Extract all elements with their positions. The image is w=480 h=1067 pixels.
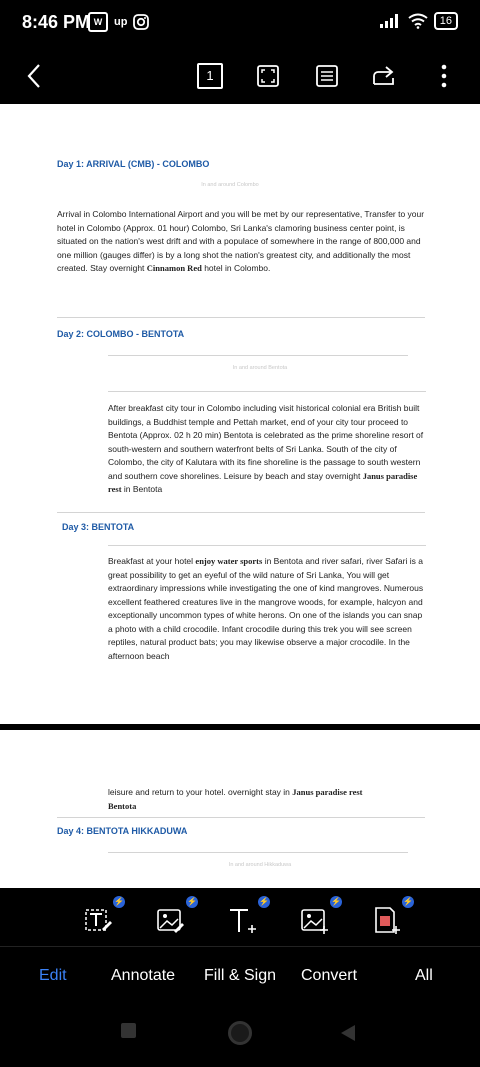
triangle-back-icon: [341, 1025, 355, 1041]
instagram-icon: [133, 14, 150, 30]
fullscreen-button[interactable]: [248, 56, 288, 96]
divider: [108, 391, 426, 392]
tab-fill-sign[interactable]: Fill & Sign: [204, 967, 276, 985]
more-vertical-icon: [441, 64, 447, 88]
page2-text: leisure and return to your hotel. overni…: [108, 787, 290, 797]
day2-text: After breakfast city tour in Colombo inc…: [108, 403, 424, 481]
add-page-icon: [375, 907, 400, 934]
pro-badge-icon: ⚡: [258, 896, 270, 908]
add-image-icon: [301, 909, 328, 934]
divider: [108, 852, 408, 853]
day4-heading: Day 4: BENTOTA HIKKADUWA: [57, 826, 188, 836]
circle-icon: [228, 1021, 252, 1045]
divider: [108, 355, 408, 356]
day2-heading: Day 2: COLOMBO - BENTOTA: [57, 329, 185, 339]
status-bar: 8:46 PM W up 16: [0, 0, 480, 46]
edit-image-icon: [157, 909, 184, 933]
day1-heading: Day 1: ARRIVAL (CMB) - COLOMBO: [57, 159, 210, 169]
day1-text-end: hotel in Colombo.: [204, 263, 271, 273]
battery-indicator: 16: [433, 12, 458, 30]
viewer-toolbar: 1: [0, 46, 480, 104]
divider: [57, 317, 425, 318]
pro-badge-icon: ⚡: [186, 896, 198, 908]
day1-paragraph: Arrival in Colombo International Airport…: [57, 208, 427, 276]
pdf-page[interactable]: Day 1: ARRIVAL (CMB) - COLOMBO In and ar…: [0, 104, 480, 724]
share-icon: [373, 66, 394, 85]
add-text-tool[interactable]: [224, 902, 260, 938]
pro-badge-icon: ⚡: [402, 896, 414, 908]
edit-image-tool[interactable]: [152, 902, 188, 938]
status-time: 8:46 PM: [22, 12, 91, 32]
day3-text: Breakfast at your hotel: [108, 556, 194, 566]
day2-text-end: in Bentota: [123, 484, 163, 494]
pdf-page[interactable]: leisure and return to your hotel. overni…: [0, 730, 480, 890]
tab-convert[interactable]: Convert: [301, 967, 357, 985]
wifi-icon: [408, 13, 428, 29]
page-number-button[interactable]: 1: [190, 56, 230, 96]
square-icon: [121, 1023, 136, 1038]
page2-location: Bentota: [108, 800, 137, 811]
bottom-divider: [0, 946, 480, 947]
chevron-left-icon: [27, 64, 40, 88]
day1-subheading: In and around Colombo: [201, 182, 259, 188]
divider: [57, 817, 425, 818]
pro-badge-icon: ⚡: [113, 896, 125, 908]
fullscreen-icon: [257, 65, 279, 87]
bottom-toolbar: ⚡ ⚡ ⚡ ⚡ ⚡ Edit Annotate Fill & Sign Conv…: [0, 888, 480, 1067]
reading-mode-button[interactable]: [307, 56, 347, 96]
back-button[interactable]: [14, 56, 54, 96]
tab-edit[interactable]: Edit: [39, 967, 67, 985]
day3-heading: Day 3: BENTOTA: [62, 522, 135, 532]
day2-subheading: In and around Bentota: [232, 365, 288, 371]
edit-text-tool[interactable]: [80, 902, 116, 938]
page2-paragraph: leisure and return to your hotel. overni…: [108, 786, 426, 813]
nav-back-button[interactable]: [340, 1024, 356, 1047]
signal-icon: [379, 14, 398, 28]
day2-paragraph: After breakfast city tour in Colombo inc…: [108, 402, 426, 497]
reading-mode-icon: [316, 65, 338, 87]
page2-hotel: Janus paradise rest: [292, 787, 363, 797]
edit-text-icon: [85, 909, 112, 931]
add-page-tool[interactable]: [368, 902, 404, 938]
nav-home-button[interactable]: [228, 1021, 252, 1045]
day1-hotel: Cinnamon Red: [146, 263, 202, 273]
divider: [108, 545, 426, 546]
share-button[interactable]: [364, 56, 404, 96]
nav-recents-button[interactable]: [121, 1023, 136, 1038]
tab-all[interactable]: All: [415, 967, 433, 985]
upwork-icon: up: [114, 16, 128, 28]
add-image-tool[interactable]: [296, 902, 332, 938]
tab-annotate[interactable]: Annotate: [111, 967, 175, 985]
add-text-icon: [230, 909, 256, 933]
page-number: 1: [197, 63, 223, 89]
divider: [57, 512, 425, 513]
day4-subheading: In and around Hikkaduwa: [228, 862, 292, 868]
day3-paragraph: Breakfast at your hotel enjoy water spor…: [108, 555, 426, 663]
more-options-button[interactable]: [424, 56, 464, 96]
day3-activity: enjoy water sports: [195, 556, 263, 566]
pro-badge-icon: ⚡: [330, 896, 342, 908]
app-notification-icon: W: [88, 12, 108, 32]
day3-text-end: in Bentota and river safari, river Safar…: [108, 556, 424, 661]
